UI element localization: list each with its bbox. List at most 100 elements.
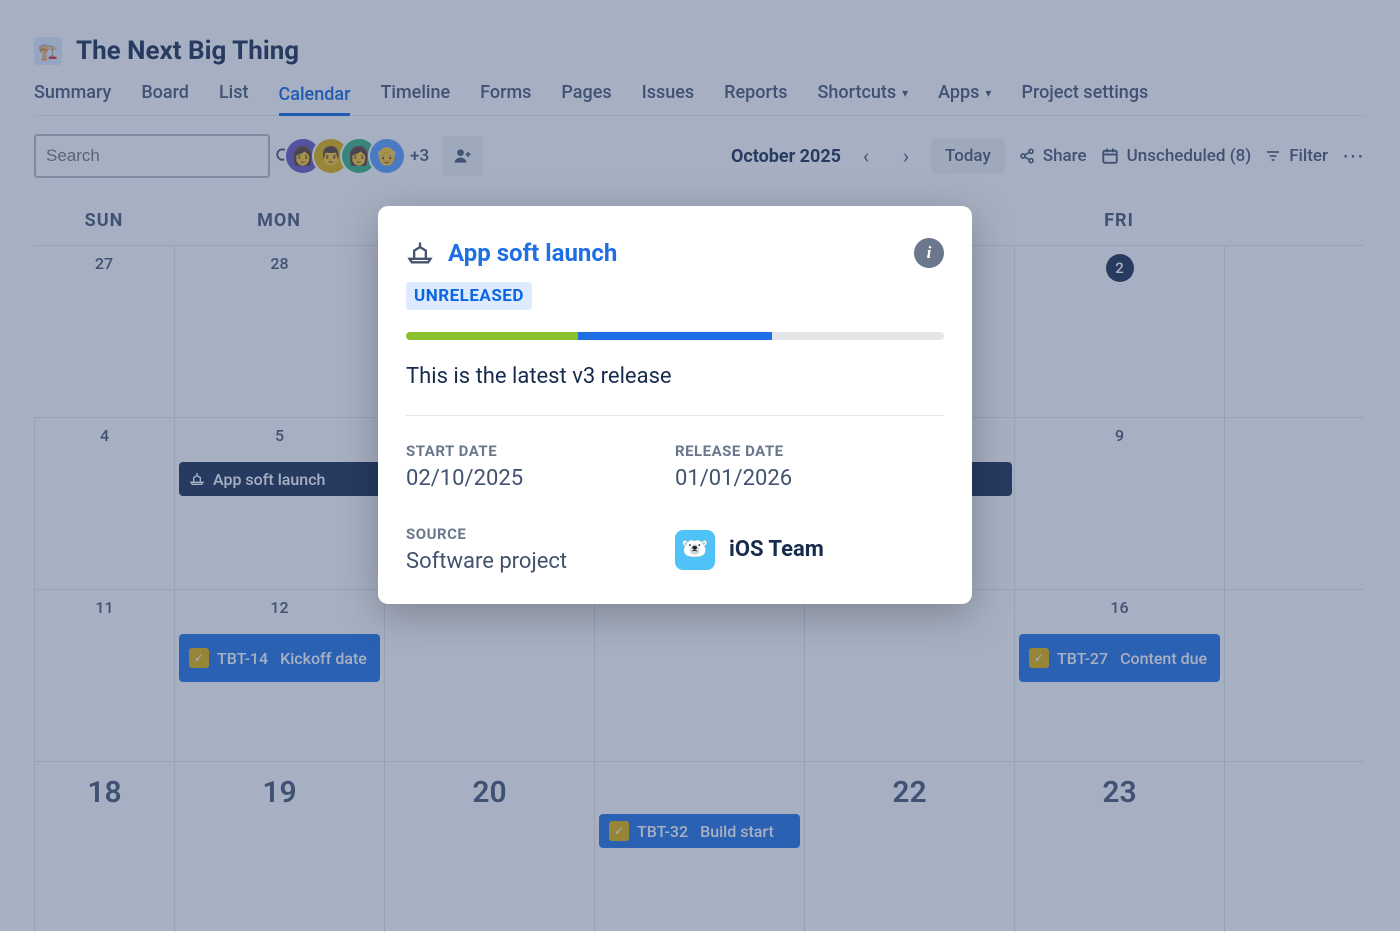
tab-issues[interactable]: Issues xyxy=(642,76,695,109)
calendar-event-tbt27[interactable]: ✓ TBT-27 Content due xyxy=(1019,634,1220,682)
filter-button[interactable]: Filter xyxy=(1265,146,1328,166)
chevron-down-icon: ▾ xyxy=(985,86,991,100)
day-number: 9 xyxy=(1115,426,1124,445)
field-label: RELEASE DATE xyxy=(675,442,944,460)
tab-pages[interactable]: Pages xyxy=(561,76,611,109)
day-cell[interactable]: 20 xyxy=(384,761,594,933)
day-cell[interactable] xyxy=(1224,589,1364,761)
day-number: 16 xyxy=(1110,598,1128,617)
issue-key: TBT-14 xyxy=(217,649,268,668)
issue-key: TBT-27 xyxy=(1057,649,1108,668)
day-cell[interactable]: ✓ TBT-32 Build start xyxy=(594,761,804,933)
month-label: October 2025 xyxy=(731,146,841,167)
ship-icon xyxy=(406,239,434,267)
avatar-stack[interactable]: 👩 👨 👩 👴 +3 xyxy=(284,137,429,175)
team-name: iOS Team xyxy=(729,537,824,562)
calendar-icon xyxy=(1101,147,1119,165)
share-button[interactable]: Share xyxy=(1019,146,1087,166)
day-cell[interactable]: 5 App soft launch xyxy=(174,417,384,589)
project-title: The Next Big Thing xyxy=(76,36,299,66)
day-cell[interactable]: 9 xyxy=(1014,417,1224,589)
day-cell[interactable] xyxy=(1224,761,1364,933)
issue-type-icon: ✓ xyxy=(609,821,629,841)
day-cell[interactable] xyxy=(1224,245,1364,417)
issue-type-icon: ✓ xyxy=(189,648,209,668)
calendar-toolbar: 👩 👨 👩 👴 +3 October 2025 ‹ › Today xyxy=(34,116,1366,190)
popover-title[interactable]: App soft launch xyxy=(448,239,617,267)
tab-timeline[interactable]: Timeline xyxy=(380,76,450,109)
tab-reports[interactable]: Reports xyxy=(724,76,787,109)
day-cell[interactable]: 23 xyxy=(1014,761,1224,933)
next-month-button[interactable]: › xyxy=(891,141,921,171)
day-number: 23 xyxy=(1015,778,1224,808)
release-popover: App soft launch i UNRELEASED This is the… xyxy=(378,206,972,604)
weekday-header: SUN xyxy=(34,196,174,245)
share-icon xyxy=(1019,148,1035,164)
day-number: 5 xyxy=(275,426,284,445)
source-field: SOURCE Software project xyxy=(406,525,675,574)
tab-project-settings[interactable]: Project settings xyxy=(1021,76,1148,109)
add-user-button[interactable] xyxy=(443,136,483,176)
day-number: 18 xyxy=(35,778,174,808)
day-cell[interactable] xyxy=(384,589,594,761)
calendar-event-tbt14[interactable]: ✓ TBT-14 Kickoff date xyxy=(179,634,380,682)
progress-bar xyxy=(406,332,944,340)
more-menu-button[interactable]: ⋯ xyxy=(1342,144,1366,169)
day-cell[interactable] xyxy=(594,589,804,761)
avatar-more-count[interactable]: +3 xyxy=(410,146,429,166)
calendar-event-tbt32[interactable]: ✓ TBT-32 Build start xyxy=(599,814,800,848)
day-cell[interactable]: 22 xyxy=(804,761,1014,933)
info-button[interactable]: i xyxy=(914,238,944,268)
project-header: 🏗️ The Next Big Thing xyxy=(34,36,1366,66)
release-date-field: RELEASE DATE 01/01/2026 xyxy=(675,442,944,491)
issue-key: TBT-32 xyxy=(637,822,688,841)
search-input[interactable] xyxy=(46,146,267,166)
tab-apps[interactable]: Apps▾ xyxy=(938,76,991,109)
tab-list[interactable]: List xyxy=(219,76,249,109)
ship-icon xyxy=(189,471,205,487)
prev-month-button[interactable]: ‹ xyxy=(851,141,881,171)
team-field[interactable]: 🐻‍❄️ iOS Team xyxy=(675,525,944,574)
weekday-header xyxy=(1224,196,1364,245)
status-badge: UNRELEASED xyxy=(406,282,532,310)
day-cell[interactable]: 19 xyxy=(174,761,384,933)
day-cell[interactable] xyxy=(804,589,1014,761)
field-label: START DATE xyxy=(406,442,675,460)
chevron-down-icon: ▾ xyxy=(902,86,908,100)
divider xyxy=(406,415,944,416)
day-number: 27 xyxy=(95,254,113,273)
event-label: Kickoff date xyxy=(280,649,367,668)
tab-forms[interactable]: Forms xyxy=(480,76,531,109)
day-number: 12 xyxy=(270,598,288,617)
filter-icon xyxy=(1265,148,1281,164)
day-number: 4 xyxy=(100,426,109,445)
search-input-wrapper[interactable] xyxy=(34,134,270,178)
day-number: 2 xyxy=(1106,254,1134,282)
day-cell[interactable]: 18 xyxy=(34,761,174,933)
day-cell[interactable]: 2 xyxy=(1014,245,1224,417)
day-cell[interactable]: 16 ✓ TBT-27 Content due xyxy=(1014,589,1224,761)
day-cell[interactable]: 12 ✓ TBT-14 Kickoff date xyxy=(174,589,384,761)
team-icon: 🐻‍❄️ xyxy=(675,530,715,570)
day-cell[interactable]: 4 xyxy=(34,417,174,589)
weekday-header: MON xyxy=(174,196,384,245)
tab-shortcuts[interactable]: Shortcuts▾ xyxy=(818,76,909,109)
tab-calendar[interactable]: Calendar xyxy=(279,76,351,116)
progress-inprogress-segment xyxy=(578,332,772,340)
today-button[interactable]: Today xyxy=(931,138,1005,174)
day-cell[interactable]: 27 xyxy=(34,245,174,417)
popover-description: This is the latest v3 release xyxy=(406,364,944,389)
tab-summary[interactable]: Summary xyxy=(34,76,111,109)
day-number: 19 xyxy=(175,778,384,808)
tab-board[interactable]: Board xyxy=(141,76,189,109)
field-value: 02/10/2025 xyxy=(406,466,675,491)
field-value: Software project xyxy=(406,549,675,574)
unscheduled-button[interactable]: Unscheduled (8) xyxy=(1101,146,1252,166)
day-cell[interactable]: 11 xyxy=(34,589,174,761)
day-cell[interactable]: 28 xyxy=(174,245,384,417)
day-number: 22 xyxy=(805,778,1014,808)
day-cell[interactable] xyxy=(1224,417,1364,589)
progress-done-segment xyxy=(406,332,578,340)
day-number: 11 xyxy=(95,598,113,617)
avatar[interactable]: 👴 xyxy=(368,137,406,175)
